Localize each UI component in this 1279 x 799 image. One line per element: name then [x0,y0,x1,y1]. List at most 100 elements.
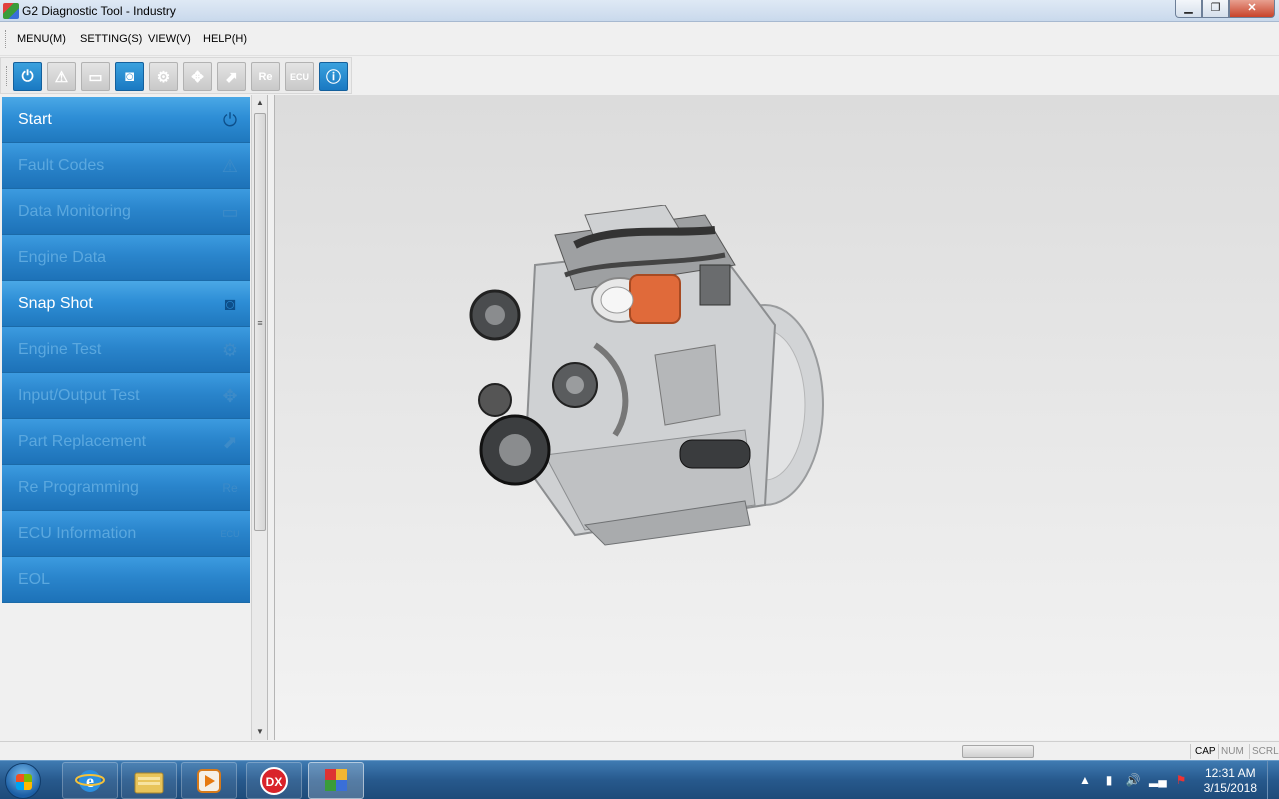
nav-item-eol[interactable]: EOL [2,557,250,603]
nav-item-data-monitoring[interactable]: Data Monitoring ▭ [2,189,250,235]
status-separator [1249,744,1250,759]
nav-item-engine-data[interactable]: Engine Data [2,235,250,281]
windows-logo-icon [16,774,32,790]
navigation-list: Start ⏻ Fault Codes ⚠ Data Monitoring ▭ Engine… [2,97,250,603]
menu-grip[interactable] [5,30,7,48]
nav-item-part-replacement[interactable]: Part Replacement ⬈ [2,419,250,465]
nav-item-engine-test[interactable]: Engine Test ⚙ [2,327,250,373]
scroll-lock-indicator: SCRL [1252,746,1279,757]
toolbar-button-camera[interactable]: ◙ [115,62,144,91]
replace-icon: ⬈ [222,431,238,452]
ecu-icon: ECU [220,529,240,539]
toolbar-button-warning[interactable]: ⚠ [47,62,76,91]
toolbar-button-reprogram[interactable]: Re [251,62,280,91]
warning-icon: ⚠ [221,155,239,176]
camera-icon: ◙ [124,68,135,85]
status-bar: CAP NUM SCRL [0,741,1279,760]
reprogram-icon: Re [222,481,238,495]
nav-item-label: Part Replacement [18,433,147,450]
scroll-up-icon[interactable]: ▲ [252,95,268,111]
menu-item-menu[interactable]: MENU(M) [17,33,66,45]
dx-app-icon: DX [260,766,288,795]
menu-item-view[interactable]: VIEW(V) [148,33,191,45]
toolbar-button-monitor[interactable]: ▭ [81,62,110,91]
title-bar: G2 Diagnostic Tool - Industry ▁ ❐ ✕ [0,0,1279,22]
warning-icon: ⚠ [54,68,69,86]
taskbar-app-dx[interactable]: DX [246,762,302,799]
nav-item-snap-shot[interactable]: Snap Shot ◙ [2,281,250,327]
ecu-icon: ECU [289,71,309,82]
scroll-thumb[interactable]: ≡ [254,113,266,531]
nav-item-label: Input/Output Test [18,387,140,404]
start-button[interactable] [5,763,41,799]
navigation-panel: Start ⏻ Fault Codes ⚠ Data Monitoring ▭ Engine… [0,95,268,740]
action-center-icon[interactable]: ⚑ [1173,773,1189,789]
nav-item-input-output-test[interactable]: Input/Output Test ✥ [2,373,250,419]
file-explorer-icon [134,772,164,793]
toolbar-button-power[interactable]: ⏻ [13,62,42,91]
menu-item-help[interactable]: HELP(H) [203,33,247,45]
nav-item-label: Start [18,111,52,128]
num-lock-indicator: NUM [1221,746,1244,757]
diagnostic-tool-app-icon [325,768,347,791]
nav-item-fault-codes[interactable]: Fault Codes ⚠ [2,143,250,189]
power-icon: ⏻ [222,109,238,130]
battery-icon[interactable]: ▮ [1101,773,1117,789]
nav-scrollbar[interactable]: ▲ ≡ ▼ [251,95,267,740]
monitor-icon: ▭ [88,68,103,86]
app-logo-icon[interactable] [3,3,19,19]
network-icon[interactable]: ▂▄ [1149,773,1167,789]
show-desktop-button[interactable] [1267,761,1279,799]
toolbar-button-gears[interactable]: ⚙ [149,62,178,91]
monitor-icon: ▭ [221,201,239,222]
arrows-icon: ✥ [222,385,238,406]
close-button[interactable]: ✕ [1229,0,1275,18]
reprogram-icon: Re [258,70,273,83]
toolbar: ⏻ ⚠ ▭ ◙ ⚙ ✥ ⬈ Re ECU ⓘ [0,57,352,94]
taskbar-clock[interactable]: 12:31 AM 3/15/2018 [1204,766,1257,796]
taskbar-app-explorer[interactable] [121,762,177,799]
toolbar-button-info[interactable]: ⓘ [319,62,348,91]
main-content-area [274,95,1279,740]
nav-item-label: Engine Data [18,249,107,266]
svg-text:DX: DX [266,775,283,789]
horizontal-scroll-thumb[interactable] [962,745,1034,758]
camera-icon: ◙ [224,293,236,314]
window-controls: ▁ ❐ ✕ [1175,0,1275,19]
show-hidden-icons-icon[interactable]: ▲ [1077,773,1093,789]
clock-time: 12:31 AM [1204,766,1256,780]
volume-icon[interactable]: 🔊 [1125,773,1141,789]
gears-icon: ⚙ [156,68,171,86]
toolbar-button-arrows[interactable]: ✥ [183,62,212,91]
gears-icon: ⚙ [221,339,239,360]
windows-taskbar: e DX ▲ ▮ 🔊 ▂▄ ⚑ 12:31 AM 3/15/2018 [0,760,1279,799]
power-icon: ⏻ [21,68,34,85]
info-icon: ⓘ [325,69,341,86]
nav-item-label: Snap Shot [18,295,93,312]
taskbar-app-media-player[interactable] [181,762,237,799]
toolbar-grip[interactable] [6,66,8,86]
toolbar-button-replace[interactable]: ⬈ [217,62,246,91]
nav-item-re-programming[interactable]: Re Programming Re [2,465,250,511]
toolbar-button-ecu[interactable]: ECU [285,62,314,91]
nav-item-label: Engine Test [18,341,102,358]
menu-bar: MENU(M) SETTING(S) VIEW(V) HELP(H) [0,22,1279,56]
system-tray: ▲ ▮ 🔊 ▂▄ ⚑ 12:31 AM 3/15/2018 [1079,761,1279,799]
media-player-icon [197,768,221,793]
arrows-icon: ✥ [191,68,204,86]
maximize-button[interactable]: ❐ [1202,0,1229,18]
nav-item-label: EOL [18,571,51,588]
nav-item-label: Fault Codes [18,157,105,174]
minimize-button[interactable]: ▁ [1175,0,1202,18]
engine-image [469,205,824,546]
nav-item-ecu-information[interactable]: ECU Information ECU [2,511,250,557]
menu-item-setting[interactable]: SETTING(S) [80,33,142,45]
status-separator [1218,744,1219,759]
window-title: G2 Diagnostic Tool - Industry [22,4,176,18]
scroll-down-icon[interactable]: ▼ [252,724,268,740]
nav-item-start[interactable]: Start ⏻ [2,97,250,143]
taskbar-app-diagnostic-tool[interactable] [308,762,364,799]
internet-explorer-icon: e [75,769,105,792]
nav-item-label: Re Programming [18,479,139,496]
taskbar-app-ie[interactable]: e [62,762,118,799]
